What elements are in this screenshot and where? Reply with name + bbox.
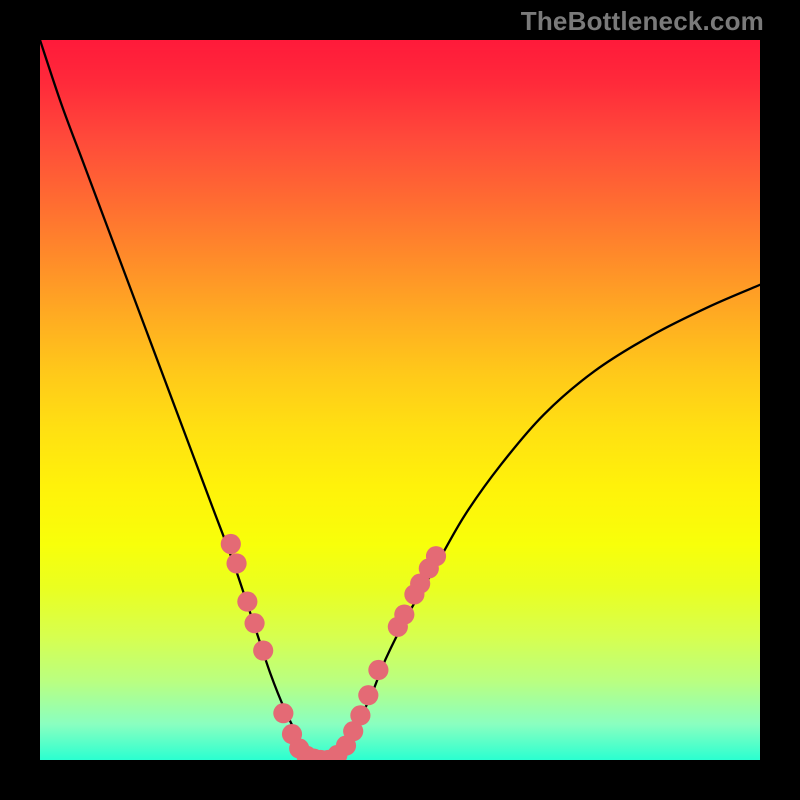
chart-container: TheBottleneck.com (0, 0, 800, 800)
plot-area (40, 40, 760, 760)
watermark: TheBottleneck.com (521, 6, 764, 37)
